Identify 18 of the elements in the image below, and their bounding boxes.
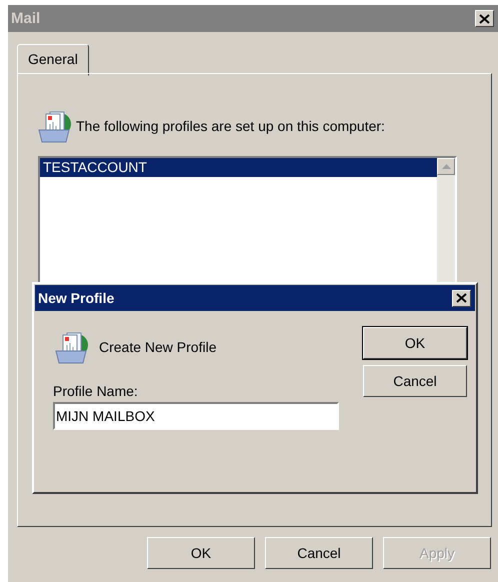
dialog-button[interactable]: OK [147,537,255,569]
close-icon [456,293,467,303]
dialog-button[interactable]: OK [363,327,467,359]
close-button[interactable] [475,10,494,27]
instruction-text: The following profiles are set up on this computer: [76,118,385,134]
close-icon [479,14,490,24]
up-arrow-icon [442,164,450,169]
dialog-button[interactable]: Cancel [363,365,467,397]
window-title: Mail [11,10,40,27]
close-button[interactable] [452,290,471,306]
list-item[interactable]: TESTACCOUNT [40,158,437,177]
field-label: Profile Name: [53,383,139,399]
dialog-heading: Create New Profile [99,339,216,355]
dialog-title: New Profile [38,290,114,306]
dialog-button[interactable]: Cancel [265,537,373,569]
tab[interactable]: General [17,44,89,76]
scroll-up-button[interactable] [437,158,455,175]
profile-name-field[interactable]: MIJN MAILBOX [53,402,339,430]
